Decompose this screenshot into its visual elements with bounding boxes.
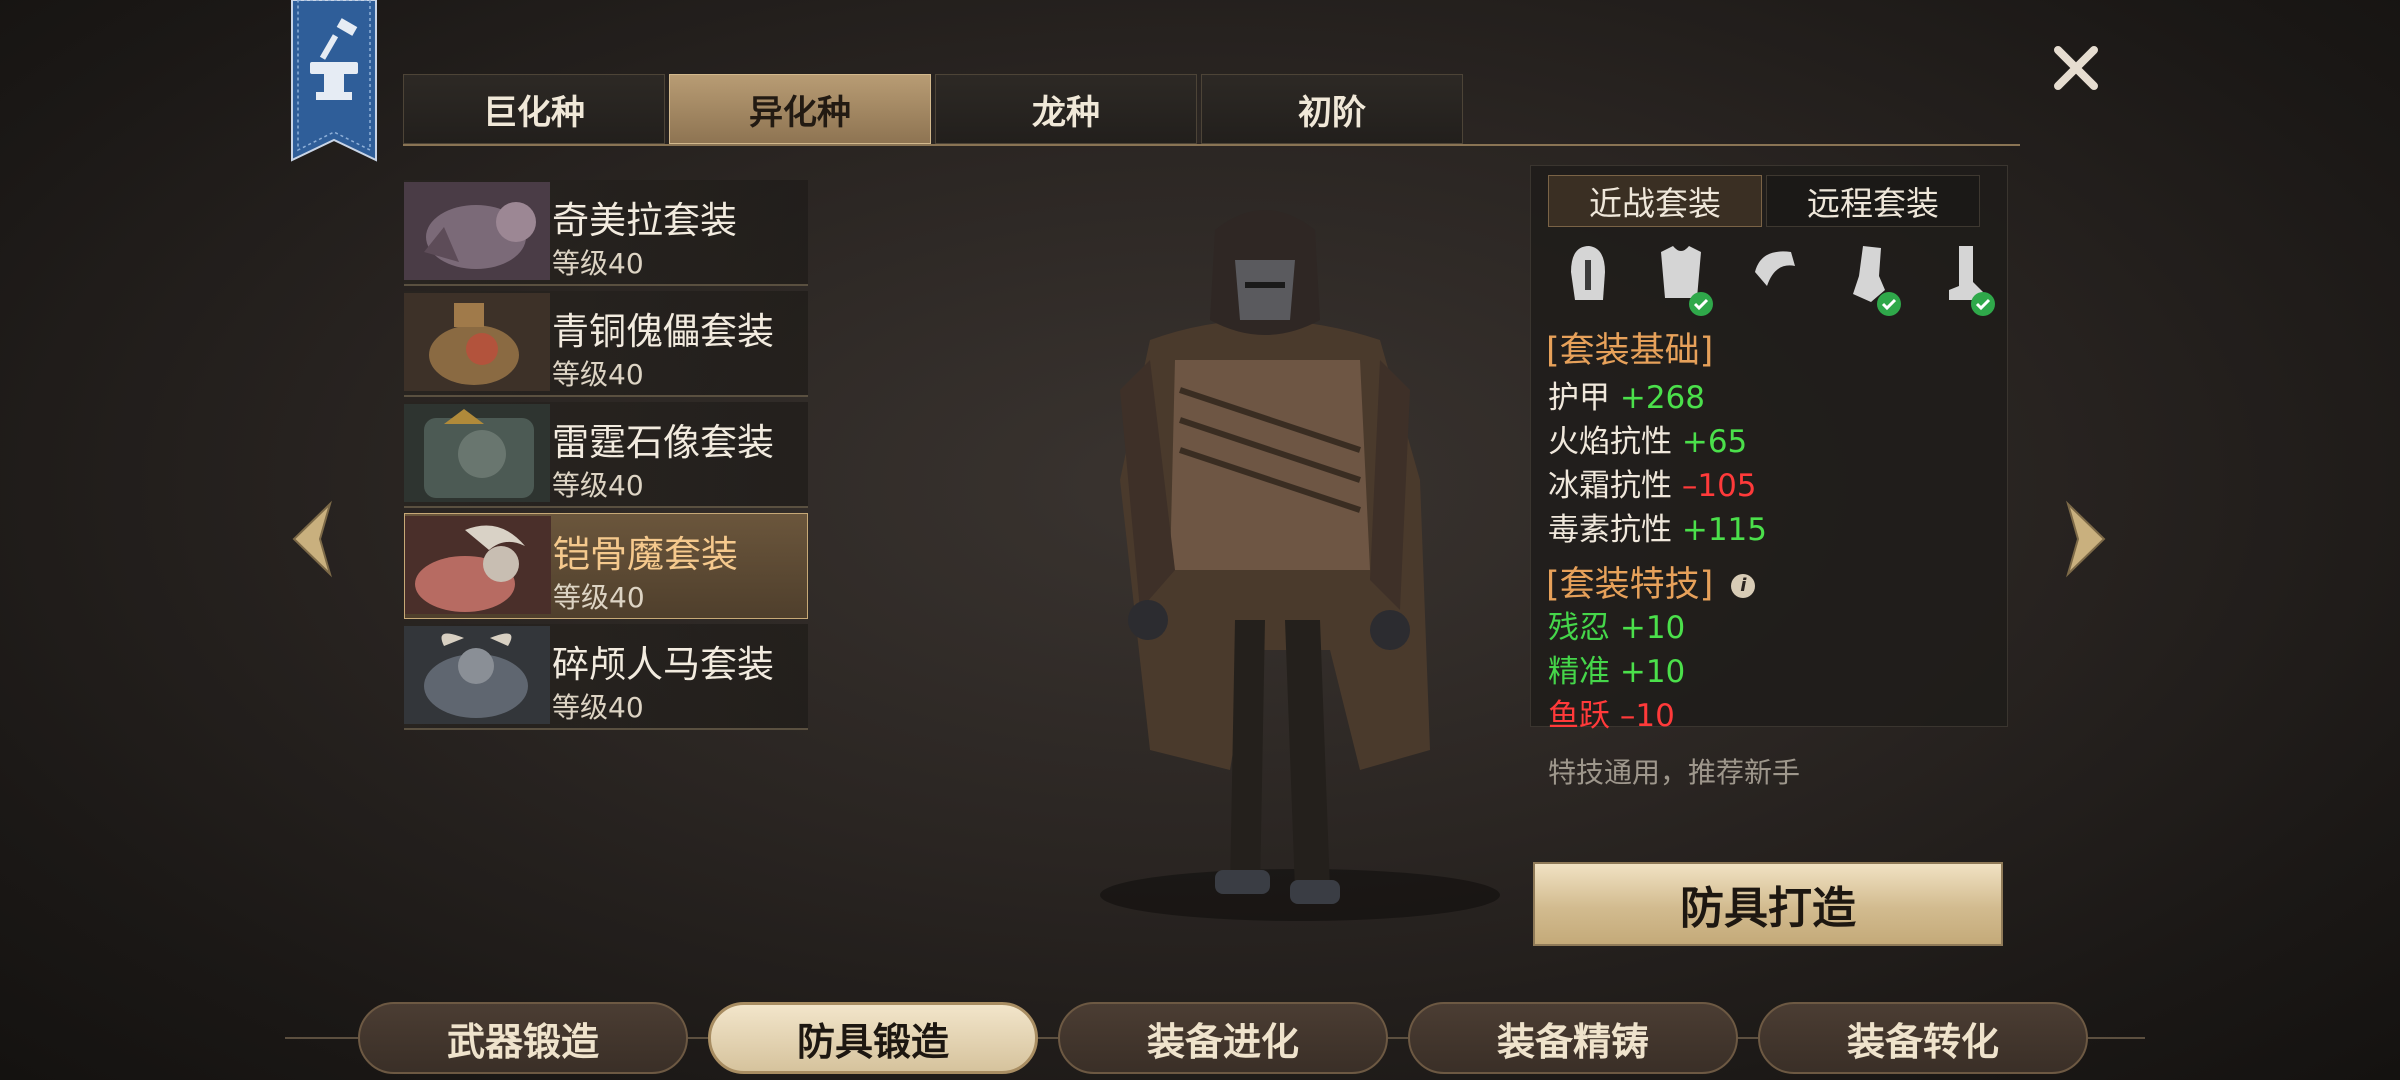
tab-ranged-set[interactable]: 远程套装 [1766, 175, 1980, 227]
category-tabs: 巨化种 异化种 龙种 初阶 [403, 74, 1463, 146]
stat-fire-resist: 火焰抗性 +65 [1548, 420, 1767, 464]
set-level: 等级40 [552, 247, 644, 280]
stat-value: –105 [1681, 468, 1757, 504]
equipped-check-icon [1689, 292, 1713, 316]
set-item-skullcrusher-centaur[interactable]: 碎颅人马套装 等级40 [404, 624, 808, 730]
helmet-icon [1571, 246, 1605, 300]
set-level: 等级40 [552, 691, 644, 724]
tab-mutant[interactable]: 异化种 [669, 74, 931, 144]
close-icon[interactable] [2046, 38, 2106, 98]
stat-poison-resist: 毒素抗性 +115 [1548, 508, 1767, 552]
chevron-right-icon[interactable] [2062, 500, 2112, 578]
tab-giant[interactable]: 巨化种 [403, 74, 665, 144]
set-skills-list: 残忍 +10 精准 +10 鱼跃 –10 [1548, 606, 1685, 738]
skill-value: +10 [1619, 610, 1686, 646]
nav-equip-refine[interactable]: 装备精铸 [1408, 1002, 1738, 1074]
character-model [1100, 210, 1500, 921]
stat-name: 护甲 [1548, 380, 1610, 416]
set-level: 等级40 [552, 469, 644, 502]
skill-name: 鱼跃 [1548, 698, 1610, 734]
forge-banner [291, 0, 377, 162]
skill-cruelty: 残忍 +10 [1548, 606, 1685, 650]
bone-demon-thumbnail [405, 516, 551, 614]
set-skills-title: [套装特技] i [1546, 556, 1756, 607]
recommend-hint: 特技通用，推荐新手 [1548, 756, 1801, 789]
stat-frost-resist: 冰霜抗性 –105 [1548, 464, 1767, 508]
set-skills-title-text: [套装特技] [1546, 565, 1714, 605]
shoulder-armor-icon [1755, 251, 1795, 286]
set-item-bone-demon[interactable]: 铠骨魔套装 等级40 [404, 513, 808, 619]
set-name: 奇美拉套装 [552, 199, 737, 242]
set-name: 碎颅人马套装 [552, 643, 774, 686]
nav-equip-evolve[interactable]: 装备进化 [1058, 1002, 1388, 1074]
tab-beginner[interactable]: 初阶 [1201, 74, 1463, 144]
set-level: 等级40 [552, 358, 644, 391]
set-name: 青铜傀儡套装 [552, 310, 774, 353]
stat-name: 毒素抗性 [1548, 512, 1672, 548]
tab-divider [403, 144, 2020, 146]
thunder-statue-thumbnail [404, 404, 550, 502]
nav-armor-forge[interactable]: 防具锻造 [708, 1002, 1038, 1074]
set-item-thunder-statue[interactable]: 雷霆石像套装 等级40 [404, 402, 808, 508]
stat-armor: 护甲 +268 [1548, 376, 1767, 420]
stat-value: +65 [1681, 424, 1748, 460]
tab-dragon[interactable]: 龙种 [935, 74, 1197, 144]
set-name: 铠骨魔套装 [553, 533, 738, 576]
stat-name: 冰霜抗性 [1548, 468, 1672, 504]
nav-equip-convert[interactable]: 装备转化 [1758, 1002, 2088, 1074]
set-item-chimera[interactable]: 奇美拉套装 等级40 [404, 180, 808, 286]
stat-value: +268 [1619, 380, 1706, 416]
skill-name: 精准 [1548, 654, 1610, 690]
chimera-thumbnail [404, 182, 550, 280]
gauntlet-slot[interactable] [1837, 240, 1901, 316]
equipped-check-icon [1877, 292, 1901, 316]
tab-melee-set[interactable]: 近战套装 [1548, 175, 1762, 227]
set-item-bronze-golem[interactable]: 青铜傀儡套装 等级40 [404, 291, 808, 397]
equipped-check-icon [1971, 292, 1995, 316]
stat-name: 火焰抗性 [1548, 424, 1672, 460]
armor-set-list: 奇美拉套装 等级40 青铜傀儡套装 等级40 雷霆石像套装 等级40 铠骨魔套装 [404, 180, 808, 735]
armor-slot-row [1555, 240, 1995, 320]
chevron-left-icon[interactable] [286, 500, 336, 578]
skill-precision: 精准 +10 [1548, 650, 1685, 694]
bottom-nav: 武器锻造 防具锻造 装备进化 装备精铸 装备转化 [358, 1002, 2098, 1078]
set-type-tabs: 近战套装 远程套装 [1548, 175, 1980, 227]
skill-value: –10 [1619, 698, 1675, 734]
craft-armor-button[interactable]: 防具打造 [1533, 862, 2003, 946]
base-stats-list: 护甲 +268 火焰抗性 +65 冰霜抗性 –105 毒素抗性 +115 [1548, 376, 1767, 552]
skill-leap: 鱼跃 –10 [1548, 694, 1685, 738]
nav-weapon-forge[interactable]: 武器锻造 [358, 1002, 688, 1074]
stat-value: +115 [1681, 512, 1768, 548]
set-name: 雷霆石像套装 [552, 421, 774, 464]
shoulder-slot[interactable] [1743, 240, 1807, 316]
set-level: 等级40 [553, 581, 645, 614]
boots-slot[interactable] [1931, 240, 1995, 316]
skill-value: +10 [1619, 654, 1686, 690]
base-stats-title: [套装基础] [1546, 331, 1714, 371]
skill-name: 残忍 [1548, 610, 1610, 646]
bronze-golem-thumbnail [404, 293, 550, 391]
info-icon[interactable]: i [1731, 574, 1756, 598]
chest-slot[interactable] [1649, 240, 1713, 316]
centaur-thumbnail [404, 626, 550, 724]
helmet-slot[interactable] [1555, 240, 1619, 316]
